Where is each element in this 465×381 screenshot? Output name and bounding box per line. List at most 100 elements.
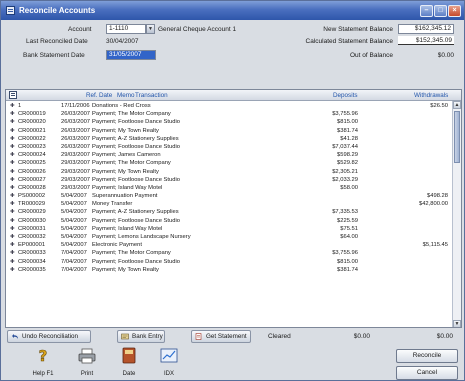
minimize-button[interactable]: – xyxy=(420,4,433,17)
undo-reconciliation-button[interactable]: Undo Reconciliation xyxy=(7,330,91,343)
table-row[interactable]: ✚ CR000035 7/04/2007 Payment; My Town Realt… xyxy=(6,266,452,274)
table-row[interactable]: ✚ CR000020 26/03/2007 Payment; Footloose Da… xyxy=(6,118,452,126)
col-header-deposits[interactable]: Deposits xyxy=(333,90,358,101)
zoom-document-icon[interactable] xyxy=(9,91,17,99)
cell-date: 29/03/2007 xyxy=(61,160,91,167)
table-row[interactable]: ✚ CR000019 26/03/2007 Payment; The Motor Co… xyxy=(6,110,452,118)
table-row[interactable]: ✚ TR000029 5/04/2007 Money Transfer $42,800.… xyxy=(6,200,452,208)
cell-transaction: Payment; The Motor Company xyxy=(92,160,171,167)
cleared-checkmark-icon[interactable]: ✚ xyxy=(10,127,16,135)
help-button[interactable]: ? Help F1 xyxy=(29,346,57,378)
vertical-scrollbar[interactable]: ▲ ▼ xyxy=(452,101,461,327)
cleared-checkmark-icon[interactable]: ✚ xyxy=(10,208,16,216)
reconcile-button[interactable]: Reconcile xyxy=(396,349,458,363)
cell-transaction: Payment; The Motor Company xyxy=(92,250,171,257)
cleared-checkmark-icon[interactable]: ✚ xyxy=(10,184,16,192)
table-row[interactable]: ✚ CR000032 5/04/2007 Payment; Lemons Landsc… xyxy=(6,233,452,241)
table-row[interactable]: ✚ CR000029 5/04/2007 Payment; A-Z Stationer… xyxy=(6,208,452,216)
cleared-checkmark-icon[interactable]: ✚ xyxy=(10,241,16,249)
table-row[interactable]: ✚ CR000025 29/03/2007 Payment; The Motor Co… xyxy=(6,159,452,167)
cleared-withdrawals-value: $0.00 xyxy=(436,333,453,340)
cell-ref: CR000029 xyxy=(18,209,46,216)
table-row[interactable]: ✚ CR000022 26/03/2007 Payment; A-Z Statione… xyxy=(6,135,452,143)
cleared-checkmark-icon[interactable]: ✚ xyxy=(10,192,16,200)
window-title: Reconcile Accounts xyxy=(19,6,96,15)
table-row[interactable]: ✚ EP000001 5/04/2007 Electronic Payment $5,1… xyxy=(6,241,452,249)
cell-ref: CR000035 xyxy=(18,266,46,273)
account-list-button[interactable]: ▼ xyxy=(146,24,155,34)
table-row[interactable]: ✚ CR000024 29/03/2007 Payment; James Camero… xyxy=(6,151,452,159)
new-statement-balance-field[interactable]: $162,345.12 xyxy=(398,24,454,34)
cancel-button[interactable]: Cancel xyxy=(396,366,458,380)
cleared-checkmark-icon[interactable]: ✚ xyxy=(10,110,16,118)
table-row[interactable]: ✚ PS000002 5/04/2007 Superannuation Payment… xyxy=(6,192,452,200)
cleared-checkmark-icon[interactable]: ✚ xyxy=(10,151,16,159)
scrollbar-thumb[interactable] xyxy=(454,111,460,163)
window-controls: – □ × xyxy=(420,4,461,17)
cleared-checkmark-icon[interactable]: ✚ xyxy=(10,159,16,167)
cleared-checkmark-icon[interactable]: ✚ xyxy=(10,217,16,225)
last-reconciled-date-label: Last Reconciled Date xyxy=(26,38,88,45)
cell-transaction: Payment; James Cameron xyxy=(92,152,161,159)
cleared-checkmark-icon[interactable]: ✚ xyxy=(10,143,16,151)
bank-entry-icon xyxy=(121,333,129,340)
table-row[interactable]: ✚ CR000027 29/03/2007 Payment; Footloose Da… xyxy=(6,176,452,184)
table-row[interactable]: ✚ CR000030 5/04/2007 Payment; Footloose Dan… xyxy=(6,217,452,225)
cleared-checkmark-icon[interactable]: ✚ xyxy=(10,225,16,233)
cleared-checkmark-icon[interactable]: ✚ xyxy=(10,135,16,143)
cell-deposit: $7,037.44 xyxy=(332,143,358,150)
scroll-down-arrow-icon[interactable]: ▼ xyxy=(453,320,461,327)
title-bar[interactable]: Reconcile Accounts – □ × xyxy=(1,1,464,20)
reconcile-toolbar: Undo Reconciliation Bank Entry Get State… xyxy=(5,330,462,344)
col-header-withdrawals[interactable]: Withdrawals xyxy=(414,90,448,101)
table-row[interactable]: ✚ CR000028 29/03/2007 Payment; Island Way M… xyxy=(6,184,452,192)
table-row[interactable]: ✚ 1 17/11/2006 Donations - Red Cross $26.50 xyxy=(6,102,452,110)
cell-date: 5/04/2007 xyxy=(61,209,87,216)
table-row[interactable]: ✚ CR000033 7/04/2007 Payment; The Motor Com… xyxy=(6,249,452,257)
cell-transaction: Payment; Footloose Dance Studio xyxy=(92,258,180,265)
transaction-rows: ✚ 1 17/11/2006 Donations - Red Cross $26.50 ✚… xyxy=(6,102,452,274)
cleared-deposits-value: $0.00 xyxy=(353,333,370,340)
cleared-checkmark-icon[interactable]: ✚ xyxy=(10,266,16,274)
cell-transaction: Payment; The Motor Company xyxy=(92,111,171,118)
cleared-checkmark-icon[interactable]: ✚ xyxy=(10,233,16,241)
col-header-transaction[interactable]: Transaction xyxy=(135,90,168,101)
cell-deposit: $225.59 xyxy=(337,217,358,224)
cleared-checkmark-icon[interactable]: ✚ xyxy=(10,118,16,126)
idx-button[interactable]: IDX xyxy=(155,346,183,378)
cell-deposit: $3,755.96 xyxy=(332,111,358,118)
maximize-button[interactable]: □ xyxy=(434,4,447,17)
out-of-balance-label: Out of Balance xyxy=(350,52,393,59)
bank-statement-date-field[interactable]: 31/05/2007 xyxy=(106,50,156,60)
cell-transaction: Payment; Island Way Motel xyxy=(92,225,163,232)
cleared-checkmark-icon[interactable]: ✚ xyxy=(10,249,16,257)
cell-transaction: Payment; Footloose Dance Studio xyxy=(92,217,180,224)
close-button[interactable]: × xyxy=(448,4,461,17)
cell-deposit: $381.74 xyxy=(337,266,358,273)
table-row[interactable]: ✚ CR000034 7/04/2007 Payment; Footloose Dan… xyxy=(6,258,452,266)
table-row[interactable]: ✚ CR000023 26/03/2007 Payment; Footloose Da… xyxy=(6,143,452,151)
cleared-checkmark-icon[interactable]: ✚ xyxy=(10,176,16,184)
account-label: Account xyxy=(68,26,92,33)
col-header-ref[interactable]: Ref. xyxy=(86,90,98,101)
cleared-checkmark-icon[interactable]: ✚ xyxy=(10,258,16,266)
cell-ref: CR000022 xyxy=(18,135,46,142)
cleared-checkmark-icon[interactable]: ✚ xyxy=(10,200,16,208)
table-row[interactable]: ✚ CR000031 5/04/2007 Payment; Island Way Mo… xyxy=(6,225,452,233)
get-statement-button[interactable]: Get Statement xyxy=(191,330,251,343)
date-button[interactable]: Date xyxy=(115,346,143,378)
cell-deposit: $58.00 xyxy=(340,184,358,191)
cell-date: 5/04/2007 xyxy=(61,225,87,232)
account-number-field[interactable]: 1-1110 xyxy=(106,24,146,34)
table-row[interactable]: ✚ CR000026 29/03/2007 Payment; My Town Real… xyxy=(6,168,452,176)
cleared-checkmark-icon[interactable]: ✚ xyxy=(10,168,16,176)
cleared-checkmark-icon[interactable]: ✚ xyxy=(10,102,16,110)
col-header-date[interactable]: Date xyxy=(99,90,112,101)
cell-transaction: Payment; Footloose Dance Studio xyxy=(92,119,180,126)
scroll-up-arrow-icon[interactable]: ▲ xyxy=(453,101,461,109)
col-header-memo[interactable]: Memo xyxy=(117,90,135,101)
cell-ref: CR000034 xyxy=(18,258,46,265)
bank-entry-button[interactable]: Bank Entry xyxy=(117,330,165,343)
print-button[interactable]: Print xyxy=(73,346,101,378)
table-row[interactable]: ✚ CR000021 26/03/2007 Payment; My Town Real… xyxy=(6,127,452,135)
